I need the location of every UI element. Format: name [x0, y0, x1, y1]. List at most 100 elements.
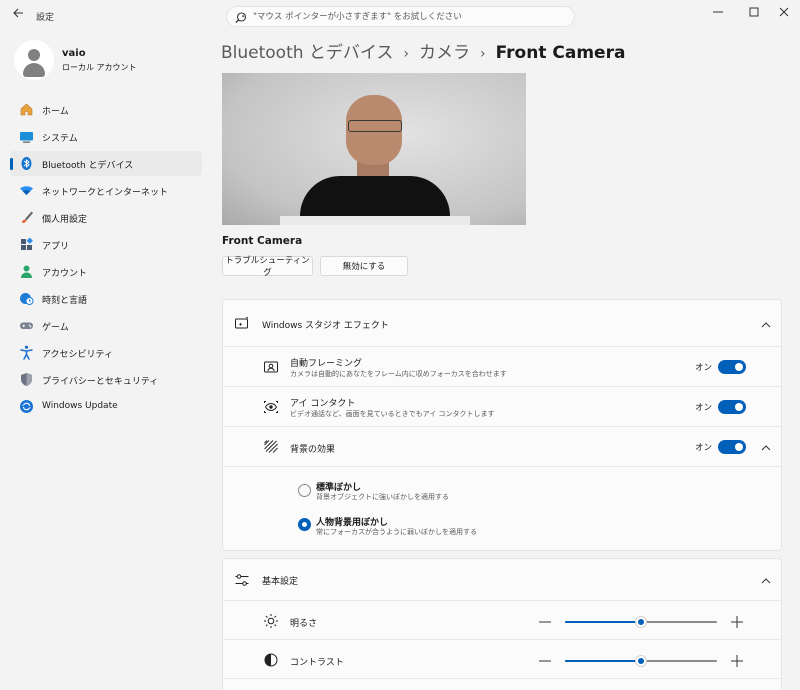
- background-effects-title: 背景の効果: [290, 445, 336, 455]
- eye-icon: [263, 399, 279, 415]
- sidebar-nav: ホーム システム Bluetooth とデバイス ネットワークとインターネット …: [10, 97, 202, 421]
- studio-effects-header[interactable]: Windows スタジオ エフェクト: [223, 300, 781, 347]
- contrast-row: コントラスト: [223, 640, 781, 679]
- sidebar-item-label: Windows Update: [42, 401, 118, 411]
- sidebar-item-network[interactable]: ネットワークとインターネット: [10, 178, 202, 203]
- auto-framing-row: 自動フレーミング カメラは自動的にあなたをフレーム内に収めフォーカスを合わせます…: [223, 347, 781, 387]
- contrast-icon: [263, 652, 279, 668]
- sidebar-item-label: Bluetooth とデバイス: [42, 161, 134, 171]
- chevron-up-icon[interactable]: [759, 440, 773, 454]
- portrait-blur-desc: 常にフォーカスが合うように弱いぼかしを適用する: [316, 528, 477, 536]
- sidebar-item-personalization[interactable]: 個人用設定: [10, 205, 202, 230]
- shield-icon: [19, 372, 34, 387]
- plus-icon[interactable]: [730, 653, 744, 667]
- sidebar-item-label: プライバシーとセキュリティ: [42, 377, 159, 387]
- chevron-up-icon[interactable]: [759, 317, 773, 331]
- sidebar-item-label: 個人用設定: [42, 215, 88, 225]
- bluetooth-icon: [19, 156, 34, 171]
- close-button[interactable]: [766, 0, 800, 24]
- sidebar-item-time-language[interactable]: 時刻と言語: [10, 286, 202, 311]
- brightness-slider[interactable]: [565, 616, 717, 628]
- background-blur-icon: [263, 439, 279, 455]
- search-icon: [234, 10, 248, 24]
- blur-options: 標準ぼかし 背景オブジェクトに強いぼかしを適用する 人物背景用ぼかし 常にフォー…: [223, 467, 781, 551]
- disable-button[interactable]: 無効にする: [320, 256, 408, 276]
- basic-settings-title: 基本設定: [262, 577, 299, 587]
- sidebar-item-label: アカウント: [42, 269, 88, 279]
- system-icon: [19, 129, 34, 144]
- standard-blur-desc: 背景オブジェクトに強いぼかしを適用する: [316, 493, 449, 501]
- background-effects-state: オン: [695, 443, 713, 453]
- auto-framing-title: 自動フレーミング: [290, 359, 363, 369]
- chevron-up-icon[interactable]: [759, 573, 773, 587]
- sidebar-item-system[interactable]: システム: [10, 124, 202, 149]
- sun-icon: [263, 613, 279, 629]
- studio-effects-card: Windows スタジオ エフェクト 自動フレーミング カメラは自動的にあなたを…: [222, 299, 782, 551]
- brightness-label: 明るさ: [290, 619, 318, 629]
- minus-icon[interactable]: [538, 653, 552, 667]
- breadcrumb: Bluetooth とデバイス › カメラ › Front Camera: [221, 38, 625, 63]
- studio-effects-icon: [234, 315, 250, 331]
- auto-framing-desc: カメラは自動的にあなたをフレーム内に収めフォーカスを合わせます: [290, 370, 507, 378]
- sidebar-item-label: ホーム: [42, 107, 69, 117]
- portrait-blur-radio[interactable]: [298, 518, 311, 531]
- camera-preview: [222, 73, 526, 225]
- eye-contact-desc: ビデオ通話など、画面を見ているときでもアイ コンタクトします: [290, 410, 495, 418]
- sidebar-item-accounts[interactable]: アカウント: [10, 259, 202, 284]
- search-input[interactable]: [253, 9, 563, 24]
- auto-framing-state: オン: [695, 363, 713, 373]
- home-icon: [19, 102, 34, 117]
- sidebar-item-accessibility[interactable]: アクセシビリティ: [10, 340, 202, 365]
- page-title: Front Camera: [495, 43, 626, 63]
- sidebar-item-label: アクセシビリティ: [42, 350, 114, 360]
- minimize-button[interactable]: [700, 0, 736, 24]
- basic-settings-card: 基本設定 明るさ コントラスト: [222, 558, 782, 690]
- sidebar-item-label: ゲーム: [42, 323, 69, 333]
- eye-contact-toggle[interactable]: [718, 400, 746, 414]
- sidebar-item-home[interactable]: ホーム: [10, 97, 202, 122]
- contrast-label: コントラスト: [290, 658, 344, 668]
- globe-clock-icon: [19, 291, 34, 306]
- apps-icon: [19, 237, 34, 252]
- app-title: 設定: [36, 13, 55, 23]
- plus-icon[interactable]: [730, 614, 744, 628]
- eye-contact-row: アイ コンタクト ビデオ通話など、画面を見ているときでもアイ コンタクトします …: [223, 387, 781, 427]
- sidebar-item-label: ネットワークとインターネット: [42, 188, 169, 198]
- account-icon: [19, 264, 34, 279]
- breadcrumb-separator: ›: [403, 46, 410, 62]
- sidebar-item-windows-update[interactable]: Windows Update: [10, 394, 202, 419]
- update-icon: [19, 399, 34, 414]
- studio-effects-title: Windows スタジオ エフェクト: [262, 321, 389, 331]
- gamepad-icon: [19, 318, 34, 333]
- sidebar-item-label: 時刻と言語: [42, 296, 88, 306]
- sidebar-item-label: システム: [42, 134, 78, 144]
- user-name: vaio: [62, 48, 86, 59]
- breadcrumb-separator: ›: [480, 46, 486, 62]
- sidebar-item-gaming[interactable]: ゲーム: [10, 313, 202, 338]
- breadcrumb-bluetooth[interactable]: Bluetooth とデバイス: [221, 38, 393, 63]
- frame-person-icon: [263, 359, 279, 375]
- contrast-slider[interactable]: [565, 655, 717, 667]
- camera-name: Front Camera: [222, 235, 303, 247]
- brush-icon: [19, 210, 34, 225]
- sidebar-item-label: アプリ: [42, 242, 70, 252]
- sidebar-item-privacy[interactable]: プライバシーとセキュリティ: [10, 367, 202, 392]
- wifi-icon: [19, 183, 34, 198]
- auto-framing-toggle[interactable]: [718, 360, 746, 374]
- minus-icon[interactable]: [538, 614, 552, 628]
- sidebar-item-bluetooth[interactable]: Bluetooth とデバイス: [10, 151, 202, 176]
- brightness-row: 明るさ: [223, 601, 781, 640]
- background-effects-row[interactable]: 背景の効果 オン: [223, 427, 781, 467]
- standard-blur-radio[interactable]: [298, 484, 311, 497]
- search-box[interactable]: [226, 6, 575, 27]
- eye-contact-state: オン: [695, 403, 713, 413]
- basic-settings-header[interactable]: 基本設定: [223, 559, 781, 601]
- back-arrow-icon[interactable]: [8, 6, 28, 26]
- account-type: ローカル アカウント: [62, 63, 137, 72]
- background-effects-toggle[interactable]: [718, 440, 746, 454]
- eye-contact-title: アイ コンタクト: [290, 399, 356, 409]
- sidebar-item-apps[interactable]: アプリ: [10, 232, 202, 257]
- breadcrumb-camera[interactable]: カメラ: [419, 38, 470, 63]
- avatar: [14, 40, 54, 80]
- troubleshoot-button[interactable]: トラブルシューティング: [222, 256, 313, 278]
